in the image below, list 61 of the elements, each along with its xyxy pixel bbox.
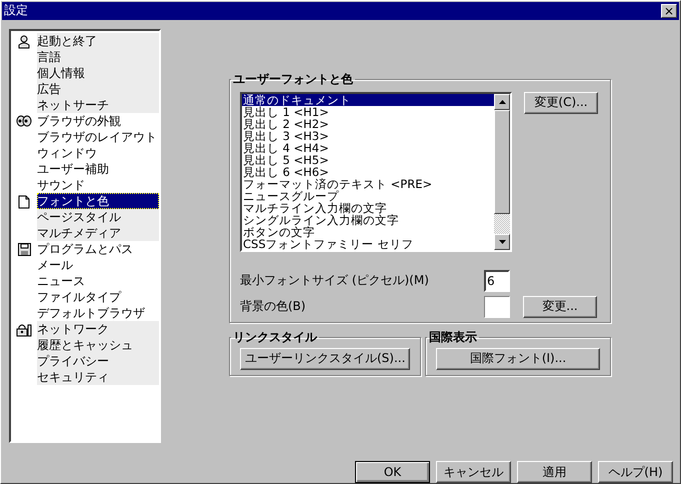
eye-icon (16, 114, 32, 127)
list-item[interactable]: ボタンの文字 (242, 226, 494, 238)
sidebar-item[interactable]: ニュース (37, 272, 159, 289)
sidebar-item[interactable]: フォントと色 (37, 192, 159, 209)
sidebar-item[interactable]: メール (37, 256, 159, 273)
list-item[interactable]: マルチライン入力欄の文字 (242, 202, 494, 214)
group-title: ユーザーフォントと色 (232, 70, 354, 88)
list-item[interactable]: 見出し 6 <H6> (242, 166, 494, 178)
scroll-thumb[interactable] (494, 110, 510, 214)
list-item[interactable]: 通常のドキュメント (242, 94, 494, 106)
window-title: 設定 (4, 2, 28, 20)
list-item[interactable]: 見出し 3 <H3> (242, 130, 494, 142)
sidebar-item[interactable]: マルチメディア (37, 224, 159, 241)
sidebar-item[interactable]: サウンド (37, 176, 159, 193)
sidebar-item[interactable]: セキュリティ (37, 368, 159, 385)
group-title: リンクスタイル (232, 328, 318, 346)
list-item[interactable]: 見出し 1 <H1> (242, 106, 494, 118)
international-font-button[interactable]: 国際フォント(I)... (436, 348, 600, 370)
change-color-button[interactable]: 変更... (523, 296, 597, 318)
list-item[interactable]: 見出し 2 <H2> (242, 118, 494, 130)
dialog-button[interactable]: ヘルプ(H) (598, 461, 673, 483)
dialog-button[interactable]: キャンセル (436, 461, 511, 483)
dialog-button[interactable]: OK (355, 461, 430, 483)
link-style-button[interactable]: ユーザーリンクスタイル(S)... (240, 348, 410, 370)
sidebar-item[interactable]: ウィンドウ (37, 144, 159, 161)
sidebar-item[interactable]: ブラウザの外観 (37, 112, 159, 129)
dialog-button[interactable]: 適用 (517, 461, 592, 483)
background-color-label: 背景の色(B) (240, 298, 307, 316)
list-item[interactable]: CSSフォントファミリー セリフ (242, 238, 494, 250)
sidebar-item[interactable]: ページスタイル (37, 208, 159, 225)
sidebar-item[interactable]: ユーザー補助 (37, 160, 159, 177)
sidebar-item[interactable]: ネットワーク (37, 320, 159, 337)
sidebar-item[interactable]: デフォルトブラウザ (37, 304, 159, 321)
sidebar-item[interactable]: プライバシー (37, 352, 159, 369)
sidebar-item[interactable]: 起動と終了 (37, 32, 159, 49)
sidebar-item[interactable]: 個人情報 (37, 64, 159, 81)
scrollbar[interactable] (494, 94, 510, 250)
list-item[interactable]: シングルライン入力欄の文字 (242, 214, 494, 226)
min-font-size-field[interactable]: 6 (484, 270, 510, 292)
list-item[interactable]: フォーマット済のテキスト <PRE> (242, 178, 494, 190)
font-element-list[interactable]: 通常のドキュメント 見出し 1 <H1> 見出し 2 <H2> 見出し 3 <H3> 見出し 4 <H4> 見出し 5 <H5> 見出し 6 <H6> フォーマット済のテキスト <PRE> ニュースグループ マルチライン入力欄の文字 シングルライン入力欄の文字 ボタンの文字 CSSフォントファミリー セリフ (240, 92, 512, 252)
sidebar-item[interactable]: ネットサーチ (37, 96, 159, 113)
sidebar-item[interactable]: 言語 (37, 48, 159, 65)
change-button[interactable]: 変更(C)... (524, 92, 598, 114)
scroll-down-icon[interactable] (494, 234, 510, 250)
person-icon (17, 34, 31, 49)
sidebar-item[interactable]: ファイルタイプ (37, 288, 159, 305)
scroll-up-icon[interactable] (494, 94, 510, 110)
group-title: 国際表示 (428, 328, 478, 346)
list-item[interactable]: 見出し 5 <H5> (242, 154, 494, 166)
sidebar-item[interactable]: 履歴とキャッシュ (37, 336, 159, 353)
color-swatch (484, 296, 510, 318)
sidebar-item[interactable]: 広告 (37, 80, 159, 97)
min-font-size-label: 最小フォントサイズ (ピクセル)(M) (240, 272, 430, 290)
lock-icon (16, 322, 32, 337)
list-item[interactable]: 見出し 4 <H4> (242, 142, 494, 154)
list-item[interactable]: ニュースグループ (242, 190, 494, 202)
page-icon (18, 194, 30, 209)
close-button[interactable]: × (661, 4, 677, 18)
sidebar-item[interactable]: プログラムとパス (37, 240, 159, 257)
sidebar-item[interactable]: ブラウザのレイアウト (37, 128, 159, 145)
